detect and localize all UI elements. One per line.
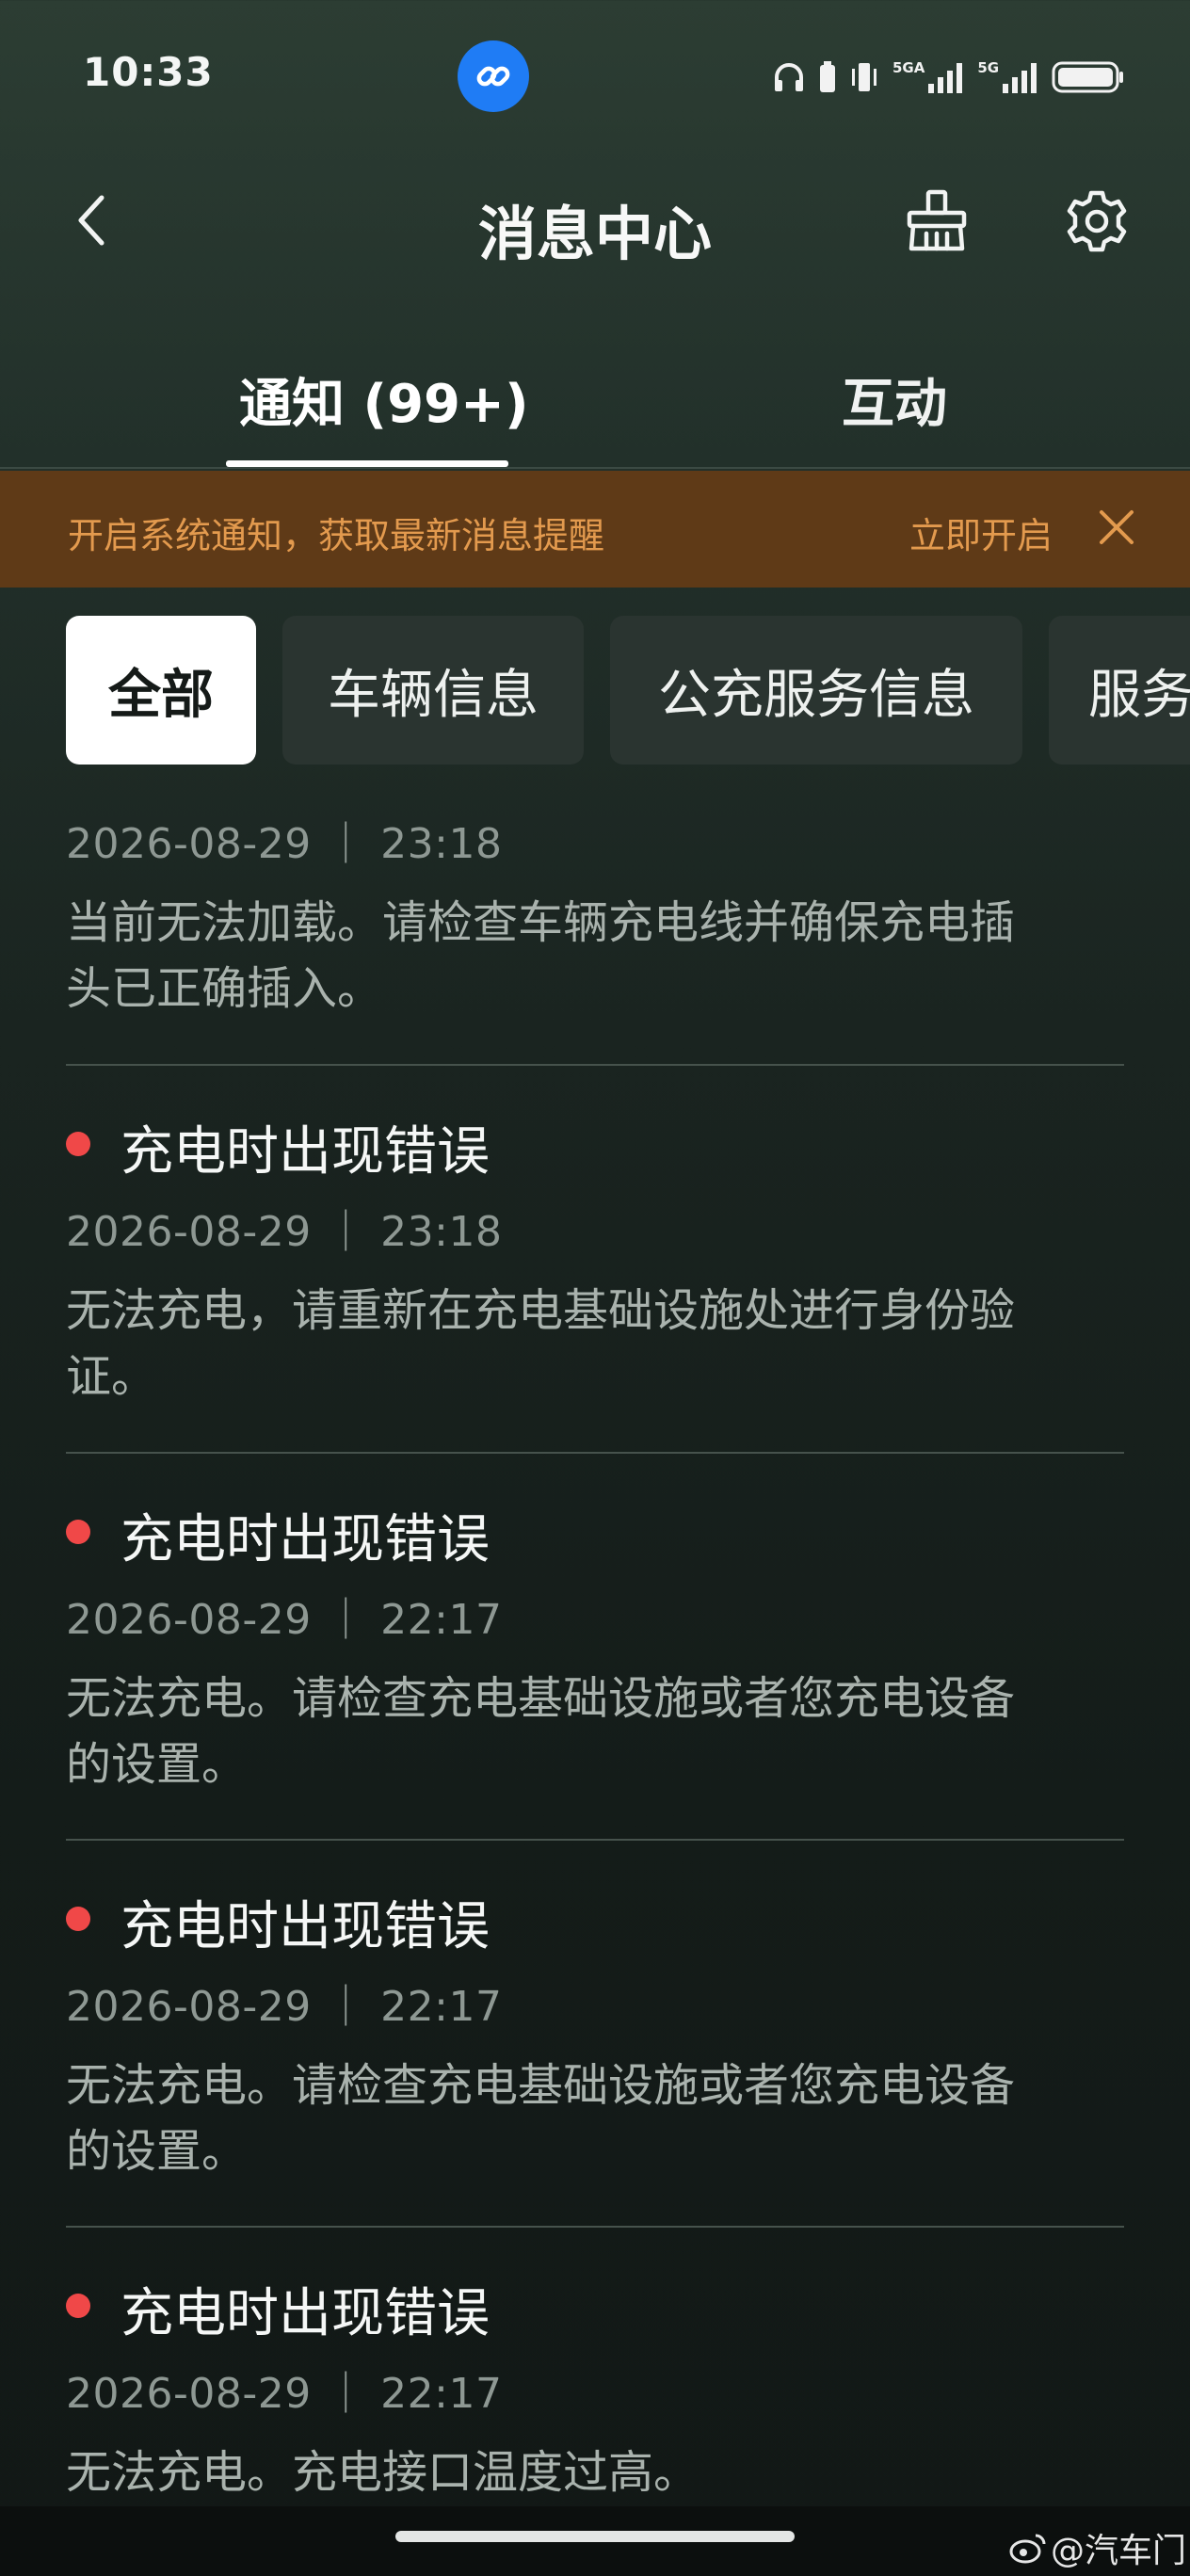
tab-interactions[interactable]: 互动	[842, 362, 947, 438]
vibrate-icon	[852, 63, 876, 91]
message-line: 无法充电，请重新在充电基础设施处进行身份验	[66, 1284, 1016, 1337]
tab-active-indicator	[226, 460, 508, 467]
battery-icon	[1052, 61, 1124, 93]
filter-chip-service[interactable]: 服务	[1049, 616, 1190, 765]
filter-chip-vehicle[interactable]: 车辆信息	[282, 616, 584, 765]
signal-icon	[928, 63, 963, 93]
tabs-divider	[0, 467, 1190, 469]
gear-icon[interactable]	[1064, 188, 1130, 254]
home-indicator[interactable]	[395, 2531, 795, 2542]
message-body[interactable]: 无法充电。请检查充电基础设施或者您充电设备 的设置。	[66, 2053, 1130, 2184]
message-title[interactable]: 充电时出现错误	[121, 1497, 490, 1573]
link-icon[interactable]	[458, 40, 529, 112]
message-title[interactable]: 充电时出现错误	[121, 1884, 490, 1960]
close-icon[interactable]	[1096, 507, 1137, 548]
page-title: 消息中心	[477, 200, 712, 268]
message-divider	[66, 1452, 1124, 1454]
filter-chip-all[interactable]: 全部	[66, 616, 256, 765]
status-time: 10:33	[83, 49, 214, 95]
network-label-1: 5GA	[892, 59, 925, 76]
message-line: 证。	[66, 1350, 157, 1403]
unread-dot	[66, 2294, 90, 2318]
status-icons: 5GA 5G	[772, 56, 1125, 98]
message-line: 的设置。	[66, 1738, 248, 1791]
headphones-icon	[775, 63, 803, 91]
watermark: @汽车门	[1009, 2523, 1186, 2572]
network-label-2: 5G	[977, 59, 1000, 76]
signal-5g: 5G	[977, 61, 1038, 93]
message-body[interactable]: 当前无法加载。请检查车辆充电线并确保充电插 头已正确插入。	[66, 890, 1130, 1022]
filter-chip-public-charging[interactable]: 公充服务信息	[610, 616, 1022, 765]
message-divider	[66, 1064, 1124, 1066]
message-title[interactable]: 充电时出现错误	[121, 2271, 490, 2347]
message-body[interactable]: 无法充电。请检查充电基础设施或者您充电设备 的设置。	[66, 1666, 1130, 1797]
message-line: 头已正确插入。	[66, 962, 383, 1015]
message-time: 2026-08-29 ｜ 22:17	[66, 2370, 503, 2418]
message-divider	[66, 1839, 1124, 1841]
message-time: 2026-08-29 ｜ 22:17	[66, 1983, 503, 2031]
message-title[interactable]: 充电时出现错误	[121, 1109, 490, 1185]
enable-now-link[interactable]: 立即开启	[909, 507, 1053, 558]
signal-5ga: 5GA	[892, 61, 964, 93]
message-body[interactable]: 无法充电。充电接口温度过高。	[66, 2439, 1130, 2505]
signal-icon	[1003, 63, 1037, 93]
message-time: 2026-08-29 ｜ 23:18	[66, 1208, 503, 1256]
message-time: 2026-08-29 ｜ 23:18	[66, 820, 503, 868]
unread-dot	[66, 1520, 90, 1544]
weibo-icon	[1009, 2534, 1046, 2564]
watermark-text: @汽车门	[1051, 2532, 1187, 2570]
message-time: 2026-08-29 ｜ 22:17	[66, 1596, 503, 1644]
message-line: 当前无法加载。请检查车辆充电线并确保充电插	[66, 896, 1016, 949]
banner-text: 开启系统通知，获取最新消息提醒	[68, 515, 605, 556]
tab-notifications[interactable]: 通知 (99+)	[239, 362, 529, 438]
unread-dot	[66, 1907, 90, 1931]
message-line: 无法充电。充电接口温度过高。	[66, 2446, 700, 2499]
message-line: 无法充电。请检查充电基础设施或者您充电设备	[66, 2059, 1016, 2112]
battery-small-icon	[820, 61, 835, 92]
unread-dot	[66, 1132, 90, 1156]
message-line: 的设置。	[66, 2125, 248, 2178]
message-body[interactable]: 无法充电，请重新在充电基础设施处进行身份验 证。	[66, 1278, 1130, 1409]
clean-icon[interactable]	[904, 188, 970, 254]
message-divider	[66, 2226, 1124, 2228]
message-line: 无法充电。请检查充电基础设施或者您充电设备	[66, 1672, 1016, 1725]
